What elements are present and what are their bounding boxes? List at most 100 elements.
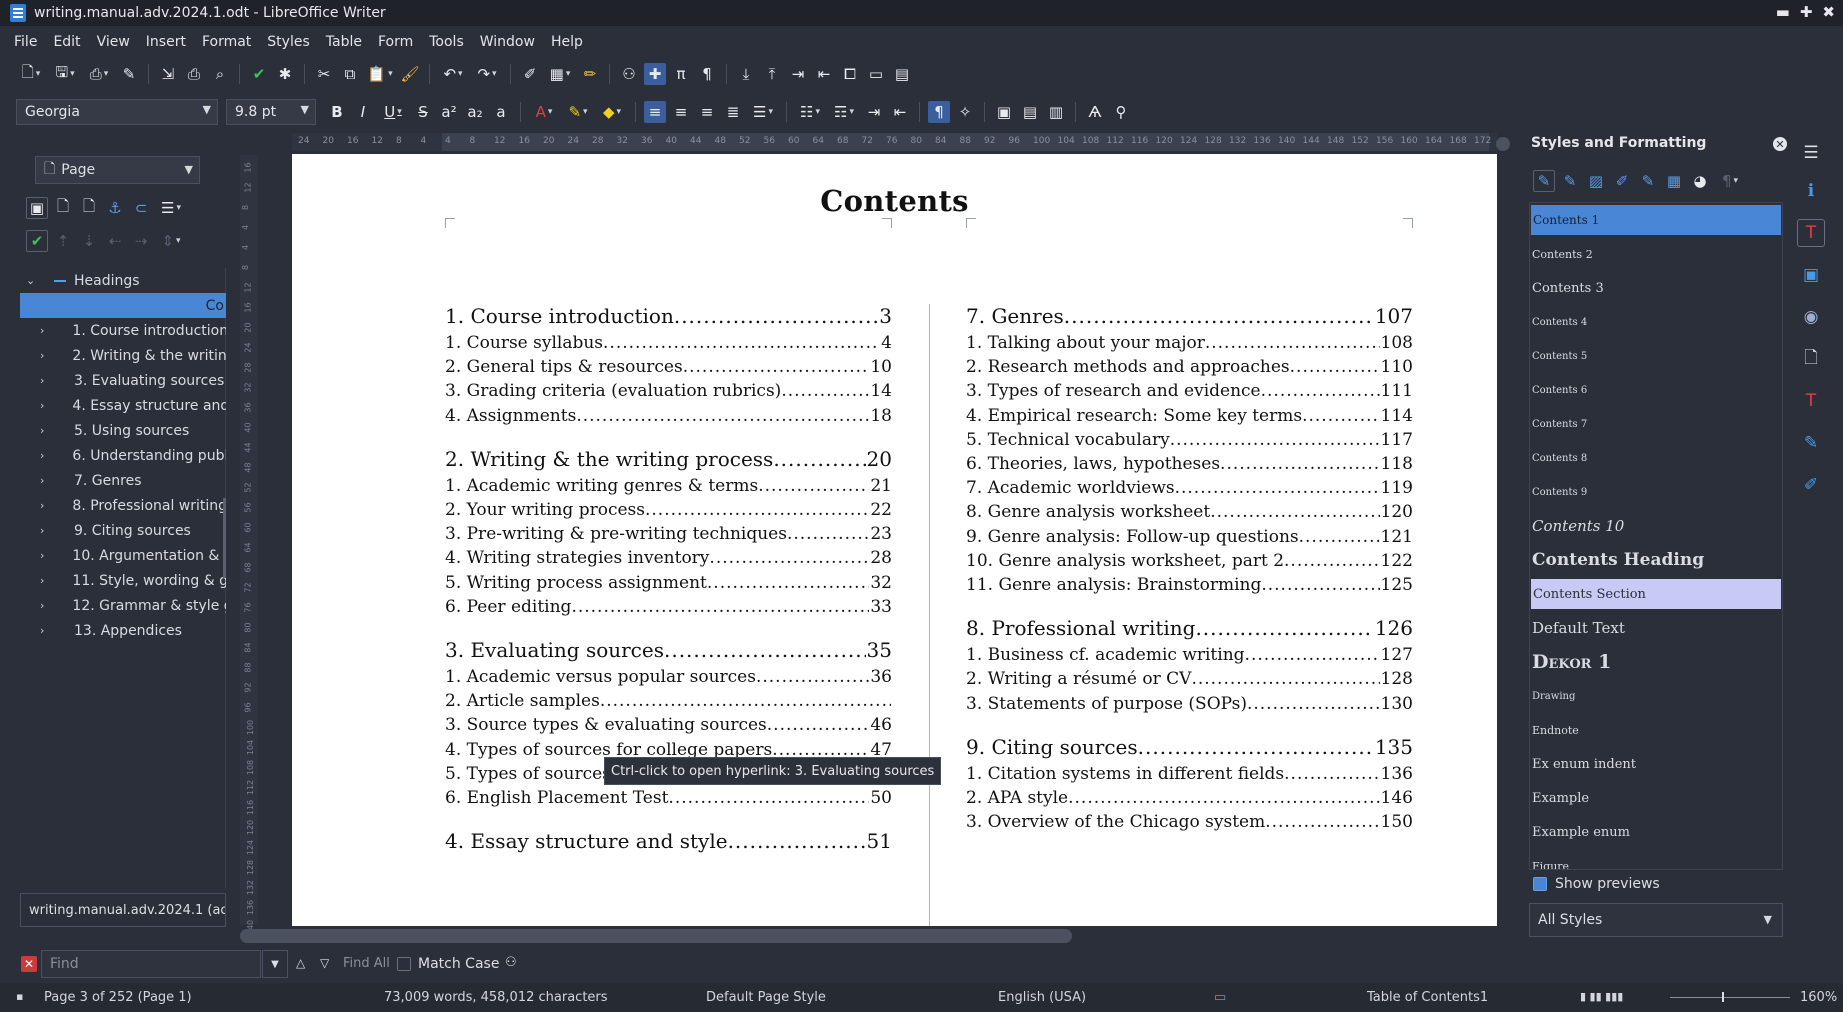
menu-form[interactable]: Form [370, 34, 421, 50]
menu-help[interactable]: Help [543, 34, 591, 50]
toc-section-entry[interactable]: 1. Talking about your major 108 [966, 333, 1413, 353]
style-list-item[interactable]: Contents 2 [1530, 237, 1782, 271]
copy-icon[interactable]: ⧉ [339, 63, 361, 85]
cut-icon[interactable]: ✂ [313, 63, 335, 85]
toc-section-entry[interactable]: 3. Statements of purpose (SOPs) 130 [966, 694, 1413, 714]
demote-level-icon[interactable]: ⇢ [130, 230, 152, 252]
insert-text-box-icon[interactable]: ▤ [1019, 101, 1041, 123]
subscript-icon[interactable]: a₂ [464, 101, 486, 123]
export-pdf-icon[interactable]: ⇲ [157, 63, 179, 85]
list-styles-icon[interactable]: ✎ [1637, 170, 1659, 192]
font-color-icon[interactable]: A [529, 101, 559, 123]
horizontal-scrollbar[interactable] [240, 929, 1072, 943]
toc-section-entry[interactable]: 10. Genre analysis worksheet, part 2 122 [966, 551, 1413, 571]
insert-special-character-icon[interactable]: ▥ [1045, 101, 1067, 123]
style-list-item[interactable]: Contents 9 [1530, 475, 1782, 509]
paragraph-marks-icon[interactable]: ¶ [696, 63, 718, 85]
print-preview-icon[interactable]: ⌕ [209, 63, 231, 85]
underline-icon[interactable]: U [378, 101, 408, 123]
table-styles-icon[interactable]: ▦ [1663, 170, 1685, 192]
toc-section-entry[interactable]: 4. Empirical research: Some key terms 114 [966, 406, 1413, 426]
tree-node-heading[interactable]: › 2. Writing & the writing p [20, 343, 226, 368]
tree-node-heading[interactable]: › 8. Professional writing [20, 493, 226, 518]
formula-icon[interactable]: π [670, 63, 692, 85]
toc-section-entry[interactable]: 3. Overview of the Chicago system 150 [966, 812, 1413, 832]
find-input[interactable]: Find [41, 950, 261, 978]
auto-spellcheck-icon[interactable]: ✱ [274, 63, 296, 85]
menu-icon[interactable]: ☰ [1797, 139, 1825, 167]
print-direct-icon[interactable]: ⎙ [183, 63, 205, 85]
match-case-checkbox[interactable] [397, 957, 411, 971]
heading-levels-icon[interactable]: ☰ [156, 197, 186, 219]
toc-section-entry[interactable]: 9. Genre analysis: Follow-up questions 12… [966, 527, 1413, 547]
style-list-item[interactable]: Ex enum indent [1530, 747, 1782, 781]
paragraph-styles-icon[interactable]: ✎ [1533, 170, 1555, 192]
menu-file[interactable]: File [6, 34, 45, 50]
toc-section-entry[interactable]: 6. Peer editing 33 [445, 597, 892, 617]
chevron-down-icon[interactable]: ▼ [262, 950, 288, 978]
tree-node-heading[interactable]: › 4. Essay structure and sty [20, 393, 226, 418]
insert-field-icon[interactable]: ⧠ [839, 63, 861, 85]
toc-chapter-entry[interactable]: 3. Evaluating sources 35 [445, 638, 892, 662]
style-list-item[interactable]: Drawing [1530, 679, 1782, 713]
insert-endnote-icon[interactable]: ⤒ [761, 63, 783, 85]
tree-node-headings[interactable]: ⌄ Headings [20, 268, 226, 293]
word-count-status[interactable]: 73,009 words, 458,012 characters [384, 990, 608, 1005]
style-list-item[interactable]: Dekor 1 [1530, 645, 1782, 679]
highlighting-color-icon[interactable]: ✎ [563, 101, 593, 123]
toc-section-entry[interactable]: 2. General tips & resources 10 [445, 357, 892, 377]
style-list-item[interactable]: Contents 7 [1530, 407, 1782, 441]
navigator-document-select[interactable]: writing.manual.adv.2024.1 (activ [20, 893, 226, 927]
styles-icon[interactable]: T [1797, 219, 1825, 247]
vertical-scrollbar[interactable] [1496, 137, 1510, 151]
toc-section-entry[interactable]: 1. Academic writing genres & terms 21 [445, 476, 892, 496]
unordered-list-icon[interactable]: ☷ [795, 101, 825, 123]
page-styles-icon[interactable]: ✐ [1611, 170, 1633, 192]
close-find-bar-icon[interactable]: ✕ [21, 956, 37, 972]
manage-changes-icon[interactable]: ✎ [1797, 429, 1825, 457]
toc-section-entry[interactable]: 1. Academic versus popular sources 36 [445, 667, 892, 687]
style-list-item[interactable]: Endnote [1530, 713, 1782, 747]
toc-section-entry[interactable]: 1. Citation systems in different fields 1… [966, 764, 1413, 784]
toc-section-entry[interactable]: 1. Course syllabus 4 [445, 333, 892, 353]
navigator-scrollbar[interactable] [223, 498, 226, 578]
highlight-icon[interactable]: ✏ [579, 63, 601, 85]
toc-section-entry[interactable]: 6. English Placement Test 50 [445, 788, 892, 808]
toc-section-entry[interactable]: 2. Your writing process 22 [445, 500, 892, 520]
vertical-ruler[interactable]: 16 12 8 4 4 8 12 16 20 24 28 32 36 40 44 48 52 56 60 64 68 72… [240, 155, 258, 935]
style-list-item[interactable]: Contents 1 [1531, 205, 1781, 235]
decrease-indent-icon[interactable]: ⇤ [889, 101, 911, 123]
navigator-category-select[interactable]: 🗋 Page ▼ [35, 156, 200, 184]
character-styles-icon[interactable]: ✎ [1559, 170, 1581, 192]
next-page-icon[interactable]: 🗋 [78, 197, 100, 219]
tree-node-heading[interactable]: › 6. Understanding publis [20, 443, 226, 468]
insert-comment-icon[interactable]: ▭ [865, 63, 887, 85]
menu-view[interactable]: View [89, 34, 138, 50]
redo-icon[interactable]: ↷ [472, 63, 502, 85]
tree-node-heading[interactable]: › 10. Argumentation & su [20, 543, 226, 568]
previous-page-icon[interactable]: 🗋 [52, 197, 74, 219]
spellcheck-icon[interactable]: ✔ [248, 63, 270, 85]
toc-chapter-entry[interactable]: 8. Professional writing 126 [966, 616, 1413, 640]
toc-section-entry[interactable]: 2. Research methods and approaches 110 [966, 357, 1413, 377]
insert-footnote-icon[interactable]: ⤓ [735, 63, 757, 85]
menu-insert[interactable]: Insert [138, 34, 194, 50]
menu-window[interactable]: Window [472, 34, 543, 50]
menu-styles[interactable]: Styles [259, 34, 317, 50]
show-previews-checkbox[interactable]: Show previews [1533, 876, 1660, 892]
page-icon[interactable]: 🗋 [1797, 345, 1825, 373]
tree-node-heading[interactable]: › 9. Citing sources [20, 518, 226, 543]
toc-chapter-entry[interactable]: 1. Course introduction 3 [445, 304, 892, 328]
close-icon[interactable]: ✕ [1773, 137, 1787, 151]
toc-section-entry[interactable]: 3. Pre-writing & pre-writing techniques 2… [445, 524, 892, 544]
anchor-icon[interactable]: ⚓ [104, 197, 126, 219]
increase-indent-icon[interactable]: ⇥ [863, 101, 885, 123]
toc-section-entry[interactable]: 1. Business cf. academic writing 127 [966, 645, 1413, 665]
selection-mode-icon[interactable]: ▭ [1214, 990, 1226, 1005]
tree-node-heading[interactable]: › 3. Evaluating sources [20, 368, 226, 393]
insert-chart-icon[interactable]: ▤ [891, 63, 913, 85]
toc-section-entry[interactable]: 8. Genre analysis worksheet 120 [966, 502, 1413, 522]
close-button[interactable]: ✖ [1822, 3, 1835, 21]
tree-node-heading[interactable]: › 12. Grammar & style gui [20, 593, 226, 618]
superscript-icon[interactable]: a² [438, 101, 460, 123]
